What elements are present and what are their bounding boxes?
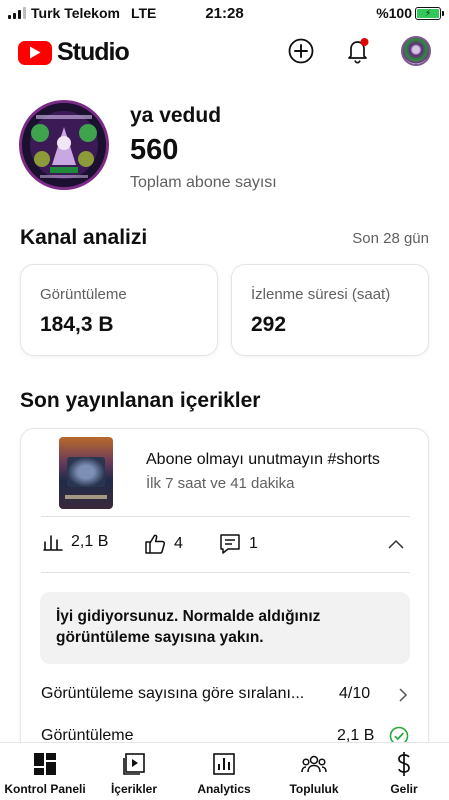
video-likes-value: 4 xyxy=(174,535,183,552)
create-icon xyxy=(288,38,314,64)
channel-avatar[interactable] xyxy=(19,100,109,190)
studio-logo[interactable]: Studio xyxy=(18,38,130,67)
community-icon xyxy=(301,755,327,773)
content-icon xyxy=(123,753,145,775)
logo-text: Studio xyxy=(57,38,130,66)
divider xyxy=(41,516,410,517)
nav-analytics-label: Analytics xyxy=(197,782,251,796)
battery-icon: ⚡ xyxy=(415,6,444,20)
nav-earn-label: Gelir xyxy=(390,782,418,796)
nav-community-label: Topluluk xyxy=(289,782,339,796)
subscriber-label: Toplam abone sayısı xyxy=(130,174,277,191)
video-thumbnail[interactable] xyxy=(59,437,113,509)
status-right: %100 ⚡ xyxy=(376,5,444,21)
nav-dashboard-label: Kontrol Paneli xyxy=(4,782,86,796)
video-likes-stat: 4 xyxy=(144,533,183,555)
watch-time-card[interactable]: İzlenme süresi (saat) 292 xyxy=(231,264,429,356)
performance-banner: İyi gidiyorsunuz. Normalde aldığınız gör… xyxy=(40,592,410,664)
notifications-button[interactable] xyxy=(344,37,372,65)
nav-analytics[interactable]: Analytics xyxy=(184,743,264,800)
thumbs-up-icon xyxy=(145,534,166,554)
app-bar: Studio xyxy=(0,30,449,72)
subscriber-count: 560 xyxy=(130,134,179,166)
recent-content-title: Son yayınlanan içerikler xyxy=(20,389,261,412)
channel-analytics-title: Kanal analizi xyxy=(20,226,148,249)
watch-time-card-label: İzlenme süresi (saat) xyxy=(251,286,391,303)
analytics-period: Son 28 gün xyxy=(352,230,429,247)
battery-percent: %100 xyxy=(376,5,412,21)
status-bar: Turk Telekom LTE 21:28 %100 ⚡ xyxy=(0,0,449,26)
collapse-button[interactable] xyxy=(386,535,406,555)
bar-chart-icon xyxy=(43,535,63,551)
video-views-value: 2,1 B xyxy=(71,533,109,550)
ranking-value: 4/10 xyxy=(339,685,371,702)
views-card-label: Görüntüleme xyxy=(40,286,127,303)
views-card[interactable]: Görüntüleme 184,3 B xyxy=(20,264,218,356)
youtube-play-icon xyxy=(18,40,52,65)
video-time-subtitle: İlk 7 saat ve 41 dakika xyxy=(146,475,295,492)
divider xyxy=(41,572,410,573)
video-title[interactable]: Abone olmayı unutmayın #shorts xyxy=(146,451,380,469)
comment-icon xyxy=(220,534,240,554)
nav-earn[interactable]: Gelir xyxy=(364,743,444,800)
create-button[interactable] xyxy=(287,37,315,65)
nav-dashboard[interactable]: Kontrol Paneli xyxy=(2,743,88,800)
bottom-navigation: Kontrol Paneli İçerikler Analytics Toplu… xyxy=(0,742,449,800)
account-avatar[interactable] xyxy=(401,36,431,66)
channel-name: ya vedud xyxy=(130,104,222,127)
nav-community[interactable]: Topluluk xyxy=(274,743,354,800)
analytics-icon xyxy=(213,753,235,775)
views-card-value: 184,3 B xyxy=(40,313,114,336)
chevron-right-icon xyxy=(399,688,408,702)
video-comments-value: 1 xyxy=(249,535,258,552)
ranking-label: Görüntüleme sayısına göre sıralanı... xyxy=(41,685,305,702)
chevron-up-icon xyxy=(388,539,404,549)
notifications-icon xyxy=(348,38,369,64)
earn-icon xyxy=(398,752,410,776)
recent-video-card: Abone olmayı unutmayın #shorts İlk 7 saa… xyxy=(20,428,429,758)
watch-time-card-value: 292 xyxy=(251,313,287,336)
video-views-stat: 2,1 B xyxy=(43,533,108,551)
video-comments-stat: 1 xyxy=(219,533,258,555)
dashboard-icon xyxy=(34,753,56,775)
nav-content-label: İçerikler xyxy=(110,782,158,796)
nav-content[interactable]: İçerikler xyxy=(94,743,174,800)
